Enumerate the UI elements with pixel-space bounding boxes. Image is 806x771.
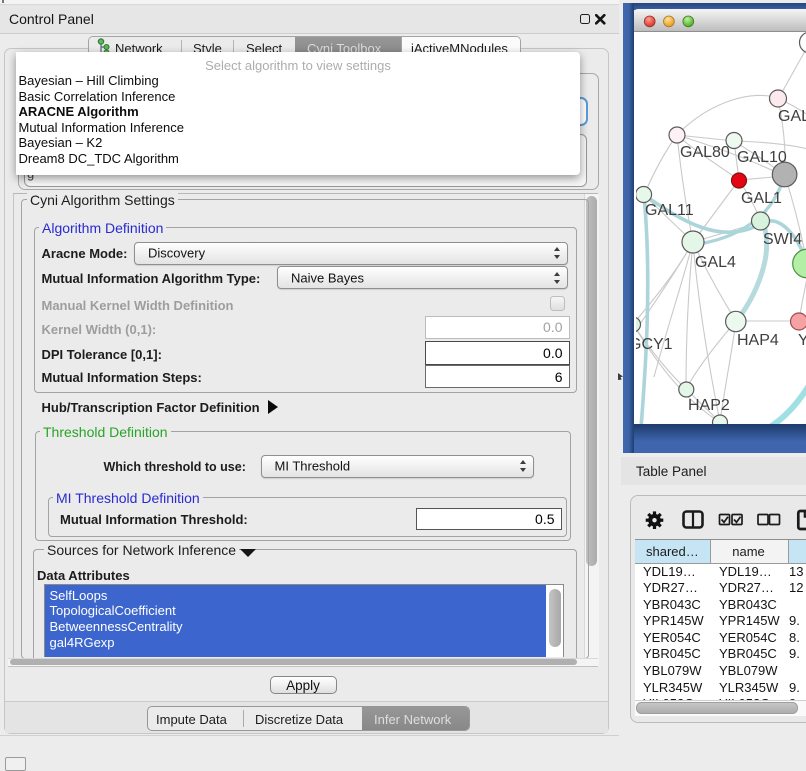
svg-text:GAL11: GAL11 [645, 202, 694, 219]
svg-text:GAL4: GAL4 [695, 254, 736, 271]
svg-text:GAL1: GAL1 [741, 190, 782, 207]
svg-text:GAL80: GAL80 [680, 144, 730, 161]
svg-text:GAL7: GAL7 [778, 108, 806, 125]
svg-text:HAP4: HAP4 [737, 332, 779, 349]
svg-text:HAP2: HAP2 [688, 397, 730, 414]
svg-text:YJL: YJL [798, 332, 806, 349]
svg-text:SWI4: SWI4 [763, 231, 802, 248]
svg-text:GCY1: GCY1 [636, 336, 673, 353]
svg-text:GAL10: GAL10 [737, 149, 787, 166]
